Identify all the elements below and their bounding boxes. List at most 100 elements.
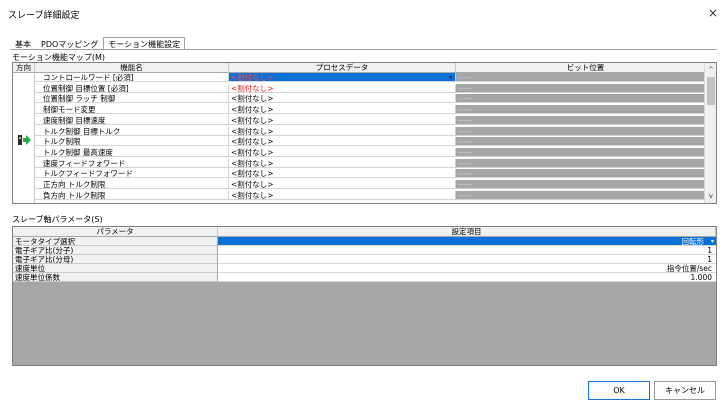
parameter-name-cell: 電子ギア比(分母) [13,255,218,264]
table-row[interactable]: 負方向 トルク制限 <割付なし> ----- [13,190,716,200]
slave-params-label: スレーブ軸パラメータ(S) [12,215,103,224]
process-data-value: <割付なし> [231,147,274,157]
scroll-thumb[interactable] [707,77,715,105]
process-data-value: <割付なし> [231,73,274,82]
scroll-up-icon[interactable]: ^ [705,65,716,75]
window-title: スレーブ詳細設定 [8,11,80,21]
parameter-value-cell[interactable]: 1.000 [218,273,716,282]
column-header-parameter[interactable]: パラメータ [13,227,218,237]
chevron-down-icon[interactable]: ▾ [711,237,714,245]
parameter-value-cell[interactable]: 指令位置/sec [218,264,716,273]
parameter-name-cell: モータタイプ選択 [13,237,218,246]
process-data-cell[interactable]: <割付なし> [229,180,456,189]
process-data-dropdown[interactable]: <割付なし> ▾ [229,73,456,82]
bit-position-cell: ----- [456,169,716,179]
motor-type-dropdown[interactable]: 回転形 ▾ [218,237,716,246]
table-row[interactable]: トルク制限 <割付なし> ----- [13,137,716,147]
process-data-cell[interactable]: <割付なし> [229,158,456,168]
bit-position-cell: ----- [456,94,716,104]
function-name-cell: 速度制御 目標速度 [35,115,229,125]
table-row[interactable]: 位置制御 ラッチ 制御 <割付なし> ----- [13,94,716,104]
table-row[interactable]: 制御モード変更 <割付なし> ----- [13,105,716,115]
tab-panel-border [10,49,717,50]
process-data-value: <割付なし> [231,190,274,200]
function-name-cell: コントロールワード [必須] [35,73,229,82]
table-row[interactable]: モータタイプ選択 回転形 ▾ [13,237,716,246]
bit-position-cell: ----- [456,190,716,200]
function-name-cell: トルク制御 目標トルク [35,126,229,136]
function-name-cell: 負方向 トルク制限 [35,190,229,200]
process-data-cell[interactable]: <割付なし> [229,83,456,93]
bit-position-cell: ----- [456,105,716,115]
bit-position-cell: ----- [456,180,716,189]
column-header-process-data[interactable]: プロセスデータ [229,63,456,73]
column-header-setting[interactable]: 設定項目 [218,227,716,237]
parameter-value-cell[interactable]: 1 [218,255,716,264]
process-data-cell[interactable]: <割付なし> [229,105,456,115]
process-data-cell[interactable]: <割付なし> [229,94,456,104]
title-bar: スレーブ詳細設定 × [0,0,727,28]
bit-position-cell: ----- [456,126,716,136]
parameter-value: 1 [707,246,712,255]
bit-position-cell: ----- [456,147,716,157]
column-header-direction[interactable]: 方向 [13,63,35,73]
function-name-cell: 制御モード変更 [35,105,229,115]
parameter-value: 1.000 [690,273,712,282]
table-row[interactable]: 速度単位係数 1.000 [13,273,716,282]
process-data-value: <割付なし> [231,105,274,115]
function-name-cell: 正方向 トルク制限 [35,180,229,189]
process-data-cell[interactable]: <割付なし> [229,169,456,179]
parameter-value: 指令位置/sec [666,264,712,273]
function-name-cell: トルク制限 [35,137,229,147]
slave-params-grid: パラメータ 設定項目 モータタイプ選択 回転形 ▾ 電子ギア比(分子) 1 電子ギア比(分… [12,226,717,366]
bit-position-cell: ----- [456,73,716,82]
process-data-cell[interactable]: <割付なし> [229,126,456,136]
process-data-value: <割付なし> [231,180,274,189]
table-row[interactable]: 電子ギア比(分子) 1 [13,246,716,255]
scroll-down-icon[interactable]: v [705,191,716,201]
ok-button[interactable]: OK [588,381,650,400]
function-name-cell: トルク制御 最高速度 [35,147,229,157]
column-header-bit-position[interactable]: ビット位置 [456,63,716,73]
process-data-value: <割付なし> [231,115,274,125]
table-row[interactable]: 電子ギア比(分母) 1 [13,255,716,264]
table-row[interactable]: トルク制御 最高速度 <割付なし> ----- [13,147,716,157]
process-data-value: <割付なし> [231,94,274,104]
function-name-cell: トルクフィードフォワード [35,169,229,179]
table-row[interactable]: 速度フィードフォワード <割付なし> ----- [13,158,716,168]
process-data-cell[interactable]: <割付なし> [229,147,456,157]
table-row[interactable]: トルクフィードフォワード <割付なし> ----- [13,169,716,179]
function-name-cell: 速度フィードフォワード [35,158,229,168]
table-row[interactable]: 速度制御 目標速度 <割付なし> ----- [13,115,716,125]
parameter-value-cell[interactable]: 1 [218,246,716,255]
process-data-cell[interactable]: <割付なし> [229,115,456,125]
process-data-value: <割付なし> [231,126,274,136]
bit-position-cell: ----- [456,115,716,125]
bit-position-cell: ----- [456,158,716,168]
process-data-cell[interactable]: <割付なし> [229,137,456,147]
table-row[interactable]: 位置制御 目標位置 [必須] <割付なし> ----- [13,83,716,93]
chevron-down-icon[interactable]: ▾ [449,73,452,81]
slave-params-empty-area [13,282,716,365]
bit-position-cell: ----- [456,137,716,147]
process-data-cell[interactable]: <割付なし> [229,190,456,200]
table-row[interactable]: コントロールワード [必須] <割付なし> ▾ ----- [13,73,716,82]
parameter-name-cell: 電子ギア比(分子) [13,246,218,255]
process-data-value: <割付なし> [231,169,274,179]
motion-map-grid: 方向 機能名 プロセスデータ ビット位置 コントロールワード [必須] <割付なし… [12,62,717,204]
function-name-cell: 位置制御 ラッチ 制御 [35,94,229,104]
parameter-value: 回転形 [681,237,705,246]
bit-position-cell: ----- [456,83,716,93]
table-row[interactable]: トルク制御 目標トルク <割付なし> ----- [13,126,716,136]
table-row[interactable]: 速度単位 指令位置/sec [13,264,716,273]
cancel-button[interactable]: キャンセル [654,381,716,400]
table-row[interactable]: 正方向 トルク制限 <割付なし> ----- [13,180,716,189]
close-icon[interactable]: × [705,5,721,21]
process-data-value: <割付なし> [231,137,274,147]
process-data-value: <割付なし> [231,158,274,168]
column-header-function-name[interactable]: 機能名 [35,63,229,73]
parameter-name-cell: 速度単位 [13,264,218,273]
parameter-name-cell: 速度単位係数 [13,273,218,282]
function-name-cell: 位置制御 目標位置 [必須] [35,83,229,93]
motion-map-scrollbar[interactable]: ^ v [704,63,716,203]
